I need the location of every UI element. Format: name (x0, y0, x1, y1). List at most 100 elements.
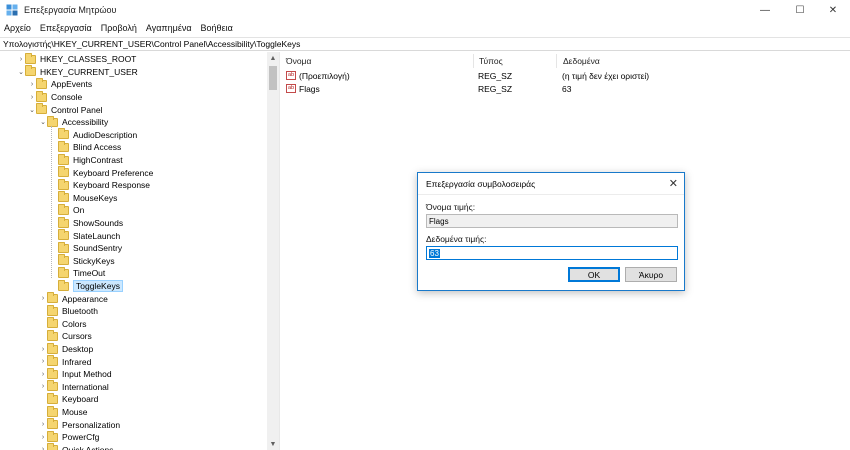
chevron-right-icon[interactable]: › (39, 295, 47, 302)
tree-item-keyboard-preference[interactable]: Keyboard Preference (50, 166, 153, 179)
column-header-data[interactable]: Δεδομένα (563, 54, 600, 68)
tree-item-label: HighContrast (73, 155, 123, 166)
folder-icon (47, 405, 58, 417)
tree-item-audiodescription[interactable]: AudioDescription (50, 128, 137, 142)
chevron-right-icon[interactable]: › (39, 383, 47, 390)
tree-item-highcontrast[interactable]: HighContrast (50, 153, 123, 167)
tree-item-label: ShowSounds (73, 218, 124, 229)
tree-item-on[interactable]: On (50, 203, 85, 217)
value-data-input[interactable]: 63 (426, 246, 678, 260)
tree-item-timeout[interactable]: TimeOut (50, 266, 106, 280)
ok-button[interactable]: OK (568, 267, 620, 282)
value-row-flags[interactable]: ab Flags REG_SZ 63 (286, 82, 846, 95)
tree-item-control-panel[interactable]: ⌄ Control Panel (28, 103, 103, 116)
tree-guide-line (51, 125, 52, 278)
tree-item-appevents[interactable]: › AppEvents (28, 77, 93, 91)
chevron-right-icon[interactable]: › (28, 94, 36, 101)
tree-item-international[interactable]: › International (39, 380, 109, 394)
chevron-down-icon[interactable]: ⌄ (17, 68, 25, 76)
folder-icon (47, 329, 58, 341)
chevron-right-icon[interactable]: › (39, 371, 47, 378)
menu-edit[interactable]: Επεξεργασία (40, 23, 92, 33)
tree-item-mousekeys[interactable]: MouseKeys (50, 191, 118, 205)
folder-icon (47, 392, 58, 404)
menu-view[interactable]: Προβολή (101, 23, 137, 33)
chevron-right-icon[interactable]: › (39, 421, 47, 428)
column-header-type[interactable]: Τύπος (479, 54, 503, 68)
value-row-default[interactable]: ab (Προεπιλογή) REG_SZ (η τιμή δεν έχει … (286, 69, 846, 82)
tree-item-label: International (62, 381, 109, 392)
tree-item-label: MouseKeys (73, 192, 118, 203)
close-button[interactable]: ✕ (816, 0, 850, 20)
menu-help[interactable]: Βοήθεια (201, 23, 233, 33)
folder-icon (47, 292, 58, 304)
tree-item-hkey-classes-root[interactable]: › HKEY_CLASSES_ROOT (17, 52, 137, 66)
key-tree: › HKEY_CLASSES_ROOT ⌄ HKEY_CURRENT_USER › App… (0, 52, 280, 450)
tree-item-label: Input Method (62, 369, 112, 380)
folder-icon (58, 279, 69, 291)
tree-item-input-method[interactable]: › Input Method (39, 367, 112, 381)
tree-item-soundsentry[interactable]: SoundSentry (50, 241, 122, 255)
tree-item-appearance[interactable]: › Appearance (39, 292, 108, 305)
chevron-right-icon[interactable]: › (39, 434, 47, 441)
chevron-right-icon[interactable]: › (39, 346, 47, 353)
tree-item-label: TimeOut (73, 268, 106, 279)
tree-item-label: On (73, 205, 85, 216)
tree-item-label: HKEY_CLASSES_ROOT (40, 54, 137, 65)
tree-item-personalization[interactable]: › Personalization (39, 418, 120, 431)
dialog-close-icon[interactable]: ✕ (669, 177, 678, 190)
chevron-down-icon[interactable]: ⌄ (39, 118, 47, 126)
title-bar: Επεξεργασία Μητρώου — ☐ ✕ (0, 0, 850, 20)
tree-item-label: Keyboard (62, 394, 99, 405)
value-data: (η τιμή δεν έχει οριστεί) (562, 70, 650, 81)
folder-icon (58, 166, 69, 178)
scroll-down-arrow-icon[interactable]: ▼ (267, 438, 279, 450)
menu-favorites[interactable]: Αγαπημένα (146, 23, 192, 33)
chevron-right-icon[interactable]: › (17, 56, 25, 63)
chevron-right-icon[interactable]: › (39, 446, 47, 450)
string-value-icon: ab (286, 71, 296, 80)
menu-file[interactable]: Αρχείο (4, 23, 31, 33)
scrollbar-thumb[interactable] (269, 66, 277, 90)
tree-item-showsounds[interactable]: ShowSounds (50, 216, 124, 230)
chevron-down-icon[interactable]: ⌄ (28, 106, 36, 114)
column-separator[interactable] (556, 54, 557, 68)
chevron-right-icon[interactable]: › (28, 81, 36, 88)
folder-icon (36, 103, 47, 115)
column-header-name[interactable]: Όνομα (286, 54, 311, 68)
folder-icon (47, 304, 58, 316)
tree-item-label: Bluetooth (62, 306, 98, 317)
folder-icon (36, 90, 47, 102)
tree-item-mouse[interactable]: Mouse (39, 405, 88, 419)
tree-item-label: Cursors (62, 331, 92, 342)
tree-item-powercfg[interactable]: › PowerCfg (39, 430, 99, 444)
minimize-button[interactable]: — (748, 0, 782, 20)
tree-item-bluetooth[interactable]: Bluetooth (39, 304, 98, 318)
cancel-button[interactable]: Άκυρο (625, 267, 677, 282)
tree-item-hkey-current-user[interactable]: ⌄ HKEY_CURRENT_USER (17, 65, 138, 79)
tree-item-stickykeys[interactable]: StickyKeys (50, 254, 115, 268)
tree-item-infrared[interactable]: › Infrared (39, 355, 91, 368)
tree-item-keyboard-response[interactable]: Keyboard Response (50, 178, 150, 192)
tree-item-quick-actions[interactable]: › Quick Actions (39, 443, 114, 450)
tree-item-togglekeys[interactable]: ToggleKeys (50, 279, 123, 293)
tree-item-accessibility[interactable]: ⌄ Accessibility (39, 115, 108, 129)
tree-item-blind-access[interactable]: Blind Access (50, 140, 121, 154)
tree-item-cursors[interactable]: Cursors (39, 329, 92, 343)
tree-item-colors[interactable]: Colors (39, 317, 87, 331)
tree-item-slatelaunch[interactable]: SlateLaunch (50, 229, 120, 242)
value-name: (Προεπιλογή) (299, 70, 350, 81)
tree-item-label: AppEvents (51, 79, 93, 90)
maximize-button[interactable]: ☐ (783, 0, 817, 20)
chevron-right-icon[interactable]: › (39, 358, 47, 365)
column-separator[interactable] (473, 54, 474, 68)
folder-icon (47, 115, 58, 127)
tree-item-desktop[interactable]: › Desktop (39, 342, 93, 356)
tree-item-console[interactable]: › Console (28, 90, 82, 104)
tree-item-keyboard[interactable]: Keyboard (39, 392, 99, 406)
folder-icon (47, 430, 58, 442)
folder-icon (58, 229, 69, 241)
address-bar[interactable]: Υπολογιστής\HKEY_CURRENT_USER\Control Pa… (0, 37, 850, 51)
scroll-up-arrow-icon[interactable]: ▲ (267, 52, 279, 64)
tree-scrollbar[interactable]: ▲ ▼ (267, 52, 279, 450)
